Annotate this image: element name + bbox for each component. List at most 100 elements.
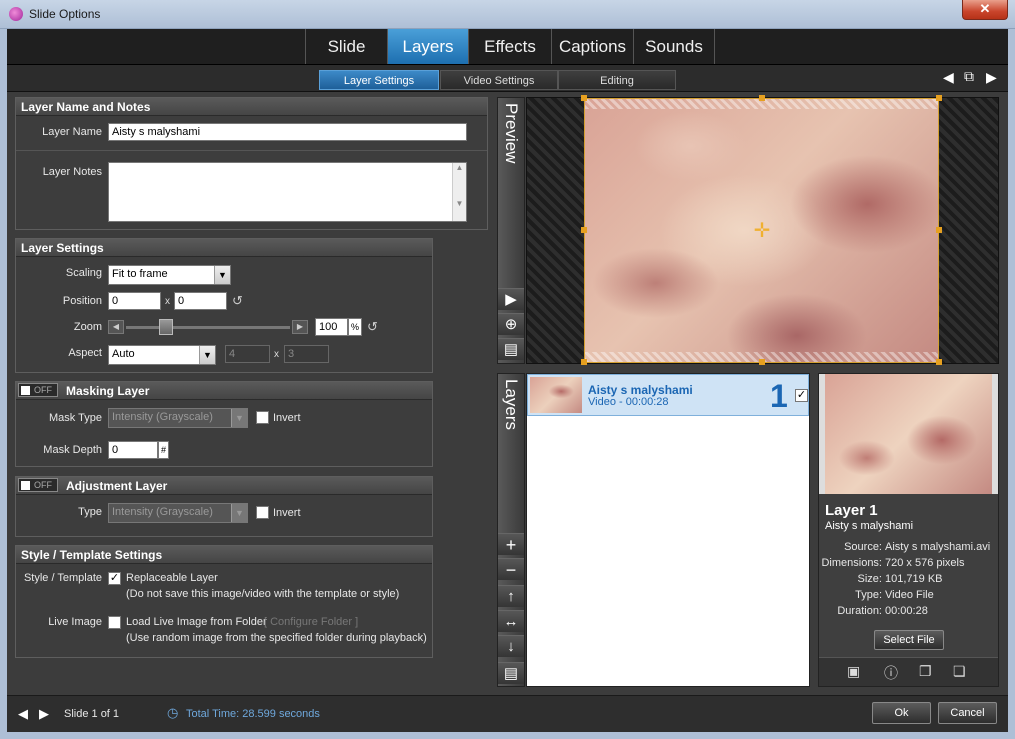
resize-handle[interactable] [936,359,942,365]
adjustment-toggle-label: OFF [34,480,52,490]
zoom-slider-handle[interactable] [159,319,173,335]
center-crosshair-icon[interactable]: ✛ [752,221,772,241]
copy-settings-icon[interactable]: ⧉ [964,68,974,85]
aspect-width-input[interactable]: 4 [225,345,270,363]
next-slide-footer-icon[interactable]: ▶ [39,706,49,722]
resize-handle[interactable] [581,227,587,233]
info-dimensions-value: 720 x 576 pixels [885,557,965,569]
mask-depth-label: Mask Depth [43,444,102,456]
zoom-label: Zoom [73,321,102,333]
tab-slide[interactable]: Slide [305,29,387,64]
zoom-preview-icon[interactable]: ⊕ [498,313,524,335]
info-type-value: Video File [885,589,934,601]
replaceable-layer-label: Replaceable Layer [126,572,218,584]
slide-counter: Slide 1 of 1 [64,708,120,720]
adjustment-type-value: Intensity (Grayscale) [112,506,213,518]
name-notes-heading: Layer Name and Notes [16,98,487,116]
move-layer-horizontal-icon[interactable]: ↔ [498,610,524,632]
cancel-button[interactable]: Cancel [938,702,997,724]
zoom-slider-track[interactable] [126,326,290,329]
subtab-layer-settings[interactable]: Layer Settings [319,70,439,90]
info-duration-key: Duration: [837,605,882,617]
layer-info-toolbar [819,657,998,686]
adjustment-type-select[interactable]: Intensity (Grayscale) ▼ [108,503,248,523]
replaceable-layer-checkbox[interactable]: ✓ [108,572,121,585]
next-slide-icon[interactable]: ▶ [986,69,997,86]
aspect-height-input[interactable]: 3 [284,345,329,363]
layer-notes-textarea[interactable] [108,162,467,222]
resize-handle[interactable] [581,359,587,365]
tab-layers[interactable]: Layers [387,29,468,64]
zoom-decrease-button[interactable]: ◀ [108,320,124,334]
masking-toggle-label: OFF [34,385,52,395]
file-info-icon[interactable]: ⓘ [884,663,898,683]
window-title: Slide Options [29,7,101,21]
notes-scrollbar[interactable]: ▲ ▼ [452,163,466,221]
mask-depth-input[interactable]: 0 [108,441,158,459]
resize-handle[interactable] [581,95,587,101]
layers-list[interactable] [526,373,810,687]
add-layer-icon[interactable]: + [498,533,524,555]
total-time: Total Time: 28.599 seconds [186,708,320,720]
resize-handle[interactable] [936,227,942,233]
aspect-select[interactable]: Auto ▼ [108,345,216,365]
layer-settings-heading: Layer Settings [16,239,432,257]
adjustment-toggle[interactable]: OFF [18,478,58,492]
subtab-video-settings[interactable]: Video Settings [440,70,558,90]
layer-name-label: Layer Name [42,126,102,138]
live-image-checkbox[interactable] [108,616,121,629]
copy-file-icon[interactable]: ❐ [919,663,932,680]
resize-handle[interactable] [936,95,942,101]
info-dimensions-key: Dimensions: [821,557,882,569]
layer-visible-checkbox[interactable]: ✓ [795,389,808,402]
reset-zoom-icon[interactable]: ↺ [367,319,378,335]
prev-slide-footer-icon[interactable]: ◀ [18,706,28,722]
select-layer-icon[interactable]: ▤ [498,338,524,360]
layer-info-subtitle: Aisty s malyshami [825,520,914,532]
layer-item-duration: Video - 00:00:28 [588,396,669,408]
edit-image-icon[interactable]: ▣ [847,663,860,680]
layer-info-thumbnail [819,374,998,494]
ok-button[interactable]: Ok [872,702,931,724]
prev-slide-icon[interactable]: ◀ [943,69,954,86]
scaling-select[interactable]: Fit to frame ▼ [108,265,231,285]
play-icon[interactable]: ▶ [498,288,524,310]
adjustment-invert-checkbox[interactable] [256,506,269,519]
layer-info-title: Layer 1 [825,502,878,519]
select-layer-icon[interactable]: ▤ [498,662,524,684]
close-button[interactable]: ✕ [962,0,1008,20]
layer-item-number: 1 [770,378,788,414]
resize-handle[interactable] [759,359,765,365]
tab-captions[interactable]: Captions [551,29,633,64]
layer-name-input[interactable]: Aisty s malyshami [108,123,467,141]
mask-type-select[interactable]: Intensity (Grayscale) ▼ [108,408,248,428]
mask-depth-unit: # [158,441,169,459]
resize-handle[interactable] [759,95,765,101]
adjustment-type-label: Type [78,506,102,518]
title-bar [0,0,1015,29]
subtab-editing[interactable]: Editing [558,70,676,90]
mask-invert-checkbox[interactable] [256,411,269,424]
info-duration-value: 00:00:28 [885,605,928,617]
reset-position-icon[interactable]: ↺ [232,293,243,309]
info-source-key: Source: [844,541,882,553]
select-file-button[interactable]: Select File [874,630,944,650]
position-label: Position [62,295,102,307]
info-source-value: Aisty s malyshami.avi [885,541,991,553]
configure-folder-link[interactable]: [ Configure Folder ] [264,616,358,628]
layer-item-name: Aisty s malyshami [588,383,693,397]
zoom-input[interactable]: 100 [315,318,348,336]
move-layer-up-icon[interactable]: ↑ [498,585,524,607]
position-y-input[interactable]: 0 [174,292,227,310]
mask-invert-label: Invert [273,412,301,424]
position-x-separator: x [165,296,170,307]
position-x-input[interactable]: 0 [108,292,161,310]
paste-file-icon[interactable]: ❏ [953,663,966,680]
tab-sounds[interactable]: Sounds [633,29,715,64]
tab-effects[interactable]: Effects [468,29,551,64]
chevron-down-icon: ▼ [199,346,215,364]
masking-toggle[interactable]: OFF [18,383,58,397]
remove-layer-icon[interactable]: − [498,558,524,580]
zoom-increase-button[interactable]: ▶ [292,320,308,334]
move-layer-down-icon[interactable]: ↓ [498,635,524,657]
